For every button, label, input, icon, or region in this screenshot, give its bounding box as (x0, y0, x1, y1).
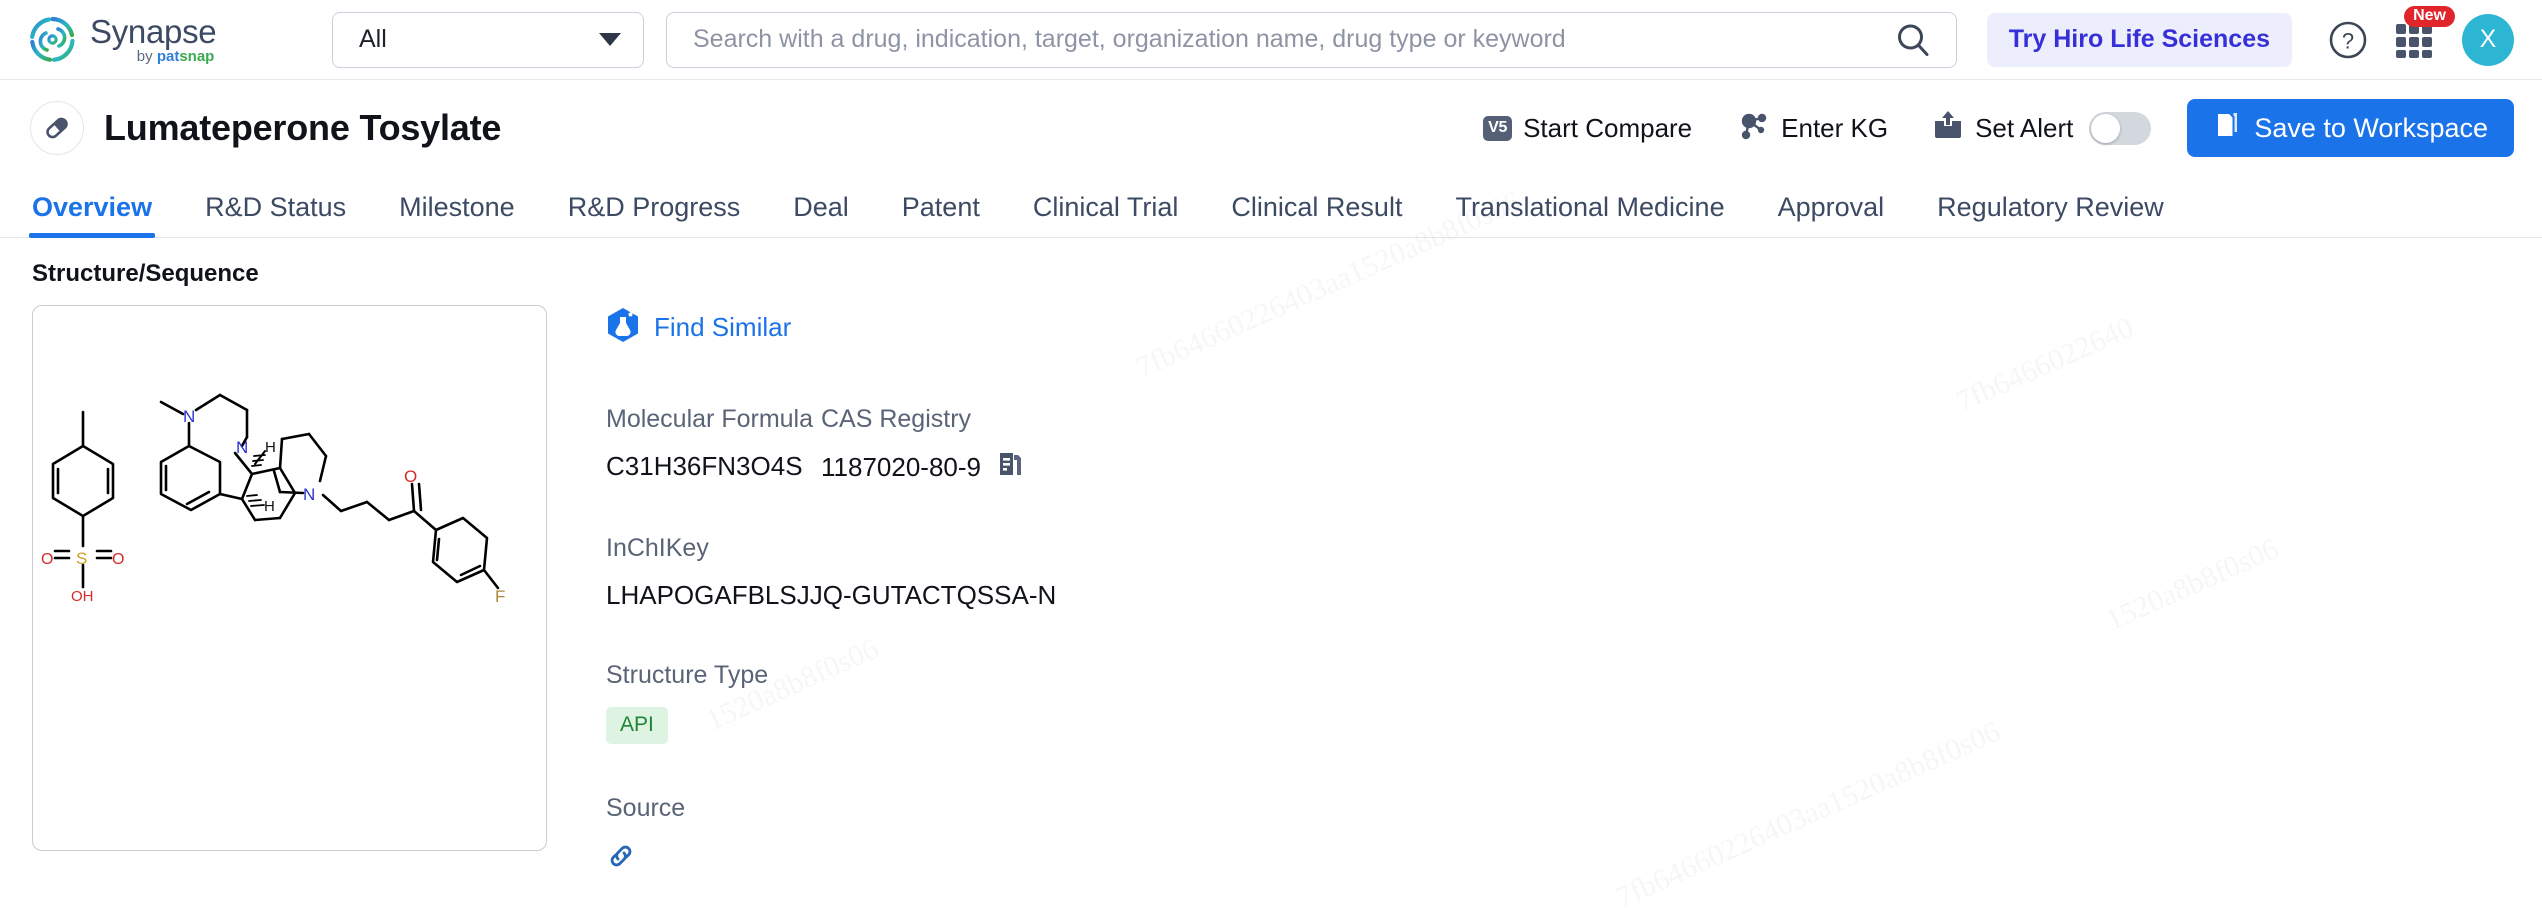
cas-registry-value: 1187020-80-9 (821, 451, 981, 482)
alert-inbox-icon (1932, 109, 1964, 148)
atom-label-s: S (76, 549, 87, 568)
chevron-down-icon (599, 33, 621, 46)
brand-tagline: by patsnap (136, 48, 215, 65)
tab-regulatory-review[interactable]: Regulatory Review (1937, 192, 2164, 237)
chemical-structure-diagram: N N N O F H H S O O OH (41, 393, 505, 606)
inchikey-label: InChIKey (606, 534, 709, 562)
molecular-formula-value: C31H36FN3O4S (606, 451, 803, 481)
question-circle-icon[interactable]: ? (2328, 20, 2368, 60)
section-title: Structure/Sequence (32, 260, 259, 287)
tab-rd-status[interactable]: R&D Status (205, 192, 346, 237)
chemical-structure-panel[interactable]: N N N O F H H S O O OH (32, 305, 547, 851)
search-scope-value: All (359, 25, 387, 53)
tab-clinical-trial[interactable]: Clinical Trial (1033, 192, 1179, 237)
atom-label-o: O (112, 551, 124, 568)
tab-clinical-result[interactable]: Clinical Result (1231, 192, 1402, 237)
atom-label-h: H (264, 498, 275, 515)
overview-content: 7fb64660226403aa1520a8b8f0s06 7fb6466022… (0, 238, 2542, 876)
source-label: Source (606, 794, 686, 823)
top-navigation-bar: Synapse by patsnap All Try Hiro Life Sci… (0, 0, 2542, 80)
enter-kg-button[interactable]: Enter KG (1736, 108, 1888, 149)
synapse-logo-icon (28, 15, 77, 64)
brand-name: Synapse (90, 13, 217, 50)
tab-rd-progress[interactable]: R&D Progress (568, 192, 741, 237)
atom-label-n: N (183, 407, 195, 426)
page-title: Lumateperone Tosylate (104, 107, 502, 148)
link-icon[interactable] (606, 841, 636, 876)
pill-capsule-icon (30, 101, 84, 155)
atom-label-oh: OH (71, 588, 94, 605)
start-compare-label: Start Compare (1523, 112, 1693, 143)
structure-type-label: Structure Type (606, 661, 769, 690)
structure-type-badge: API (606, 707, 668, 745)
cas-registry-label: CAS Registry (821, 405, 972, 433)
user-avatar[interactable]: X (2462, 13, 2514, 66)
save-to-workspace-button[interactable]: Save to Workspace (2187, 99, 2514, 157)
find-similar-button[interactable]: Find Similar (606, 307, 1056, 348)
search-input[interactable] (693, 25, 1892, 54)
knowledge-graph-icon (1736, 108, 1770, 149)
apps-grid-button[interactable]: New (2394, 5, 2455, 61)
start-compare-button[interactable]: V5 Start Compare (1483, 113, 1692, 144)
copy-icon[interactable] (997, 451, 1023, 484)
tab-translational-medicine[interactable]: Translational Medicine (1455, 192, 1724, 237)
atom-label-o: O (404, 467, 417, 486)
search-scope-dropdown[interactable]: All (332, 11, 644, 68)
brand-logo-area[interactable]: Synapse by patsnap (28, 15, 300, 64)
tab-overview[interactable]: Overview (28, 192, 156, 238)
svg-text:?: ? (2342, 28, 2354, 53)
tab-milestone[interactable]: Milestone (399, 192, 515, 237)
atom-label-h: H (265, 439, 276, 456)
tab-patent[interactable]: Patent (902, 192, 980, 237)
drug-detail-tabs: Overview R&D Status Milestone R&D Progre… (0, 176, 2542, 238)
find-similar-label: Find Similar (654, 312, 792, 342)
flask-hexagon-icon (606, 307, 640, 348)
save-to-workspace-label: Save to Workspace (2254, 112, 2488, 143)
try-hiro-label: Try Hiro Life Sciences (2008, 25, 2270, 53)
tab-deal[interactable]: Deal (793, 192, 849, 237)
drug-header: Lumateperone Tosylate V5 Start Compare E… (0, 80, 2542, 176)
tab-approval[interactable]: Approval (1778, 192, 1885, 237)
inchikey-value: LHAPOGAFBLSJJQ-GUTACTQSSA-N (606, 580, 1057, 610)
atom-label-o: O (41, 551, 53, 568)
global-search-box[interactable] (666, 11, 1957, 68)
atom-label-n: N (236, 438, 248, 457)
v5-badge-icon: V5 (1483, 115, 1513, 141)
set-alert-button[interactable]: Set Alert (1932, 109, 2073, 148)
atom-label-f: F (495, 587, 505, 606)
folder-icon (2213, 111, 2241, 146)
search-icon[interactable] (1892, 19, 1934, 61)
enter-kg-label: Enter KG (1781, 112, 1889, 143)
molecular-formula-label: Molecular Formula (606, 405, 814, 433)
avatar-initial: X (2479, 25, 2497, 53)
set-alert-label: Set Alert (1975, 112, 2074, 143)
atom-label-n: N (303, 485, 315, 504)
new-badge: New (2404, 5, 2455, 27)
try-hiro-life-sciences-button[interactable]: Try Hiro Life Sciences (1986, 12, 2292, 67)
set-alert-toggle[interactable] (2089, 111, 2152, 145)
